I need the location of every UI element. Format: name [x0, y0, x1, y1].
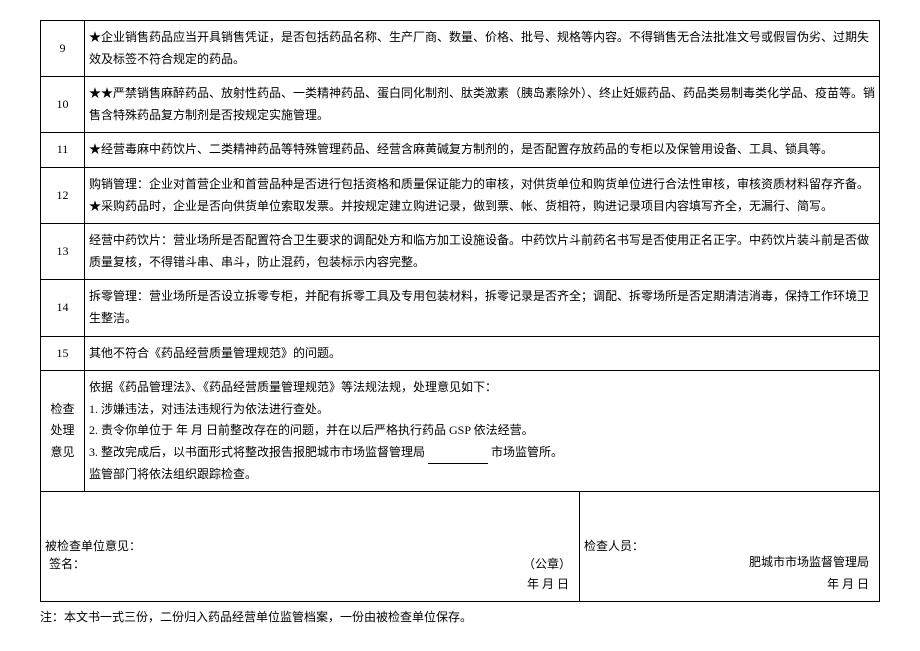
table-row: 11★经营毒麻中药饮片、二类精神药品等特殊管理药品、经营含麻黄碱复方制剂的，是否… — [41, 133, 880, 168]
agency-date: 年 月 日 — [749, 574, 869, 596]
row-content: 拆零管理：营业场所是否设立拆零专柜，并配有拆零工具及专用包装材料，拆零记录是否齐… — [85, 280, 880, 336]
row-content: ★★严禁销售麻醉药品、放射性药品、一类精神药品、蛋白同化制剂、肽类激素（胰岛素除… — [85, 77, 880, 133]
row-content: 其他不符合《药品经营质量管理规范》的问题。 — [85, 336, 880, 371]
sign-label: 签名： — [49, 554, 85, 576]
table-row: 13经营中药饮片：营业场所是否配置符合卫生要求的调配处方和临方加工设施设备。中药… — [41, 224, 880, 280]
table-row: 15其他不符合《药品经营质量管理规范》的问题。 — [41, 336, 880, 371]
checked-unit-opinion-cell: 被检查单位意见： 签名： （公章） 年 月 日 — [41, 492, 580, 602]
seal-label: （公章） — [523, 554, 571, 576]
row-content: 购销管理：企业对首营企业和首营品种是否进行包括资格和质量保证能力的审核，对供货单… — [85, 167, 880, 223]
row-number: 9 — [41, 21, 85, 77]
row-content: ★企业销售药品应当开具销售凭证，是否包括药品名称、生产厂商、数量、价格、批号、规… — [85, 21, 880, 77]
row-number: 15 — [41, 336, 85, 371]
row-number: 14 — [41, 280, 85, 336]
opinion-line-2: 2. 责令你单位于 年 月 日前整改存在的问题，并在以后严格执行药品 GSP 依… — [89, 420, 875, 442]
inspection-table: 9★企业销售药品应当开具销售凭证，是否包括药品名称、生产厂商、数量、价格、批号、… — [40, 20, 880, 602]
table-row: 14拆零管理：营业场所是否设立拆零专柜，并配有拆零工具及专用包装材料，拆零记录是… — [41, 280, 880, 336]
row-number: 13 — [41, 224, 85, 280]
table-row: 9★企业销售药品应当开具销售凭证，是否包括药品名称、生产厂商、数量、价格、批号、… — [41, 21, 880, 77]
row-number: 10 — [41, 77, 85, 133]
opinion-line-3: 3. 整改完成后，以书面形式将整改报告报肥城市市场监督管理局 市场监管所。 — [89, 442, 875, 464]
opinion-line-4: 监管部门将依法组织跟踪检查。 — [89, 464, 875, 486]
opinion-content: 依据《药品管理法》、《药品经营质量管理规范》等法规法规，处理意见如下： 1. 涉… — [85, 371, 880, 492]
agency-name: 肥城市市场监督管理局 — [749, 552, 869, 574]
opinion-line-0: 依据《药品管理法》、《药品经营质量管理规范》等法规法规，处理意见如下： — [89, 377, 875, 399]
inspector-cell: 检查人员： 肥城市市场监督管理局 年 月 日 — [579, 492, 879, 602]
row-content: ★经营毒麻中药饮片、二类精神药品等特殊管理药品、经营含麻黄碱复方制剂的，是否配置… — [85, 133, 880, 168]
opinion-line-1: 1. 涉嫌违法，对违法违规行为依法进行查处。 — [89, 399, 875, 421]
row-number: 12 — [41, 167, 85, 223]
unit-date: 年 月 日 — [527, 574, 569, 596]
table-row: 12购销管理：企业对首营企业和首营品种是否进行包括资格和质量保证能力的审核，对供… — [41, 167, 880, 223]
table-row: 10★★严禁销售麻醉药品、放射性药品、一类精神药品、蛋白同化制剂、肽类激素（胰岛… — [41, 77, 880, 133]
blank-underline — [428, 450, 488, 464]
row-number: 11 — [41, 133, 85, 168]
row-content: 经营中药饮片：营业场所是否配置符合卫生要求的调配处方和临方加工设施设备。中药饮片… — [85, 224, 880, 280]
footnote: 注：本文书一式三份，二份归入药品经营单位监管档案，一份由被检查单位保存。 — [40, 608, 880, 627]
opinion-label-cell: 检查处理意见 — [41, 371, 85, 492]
